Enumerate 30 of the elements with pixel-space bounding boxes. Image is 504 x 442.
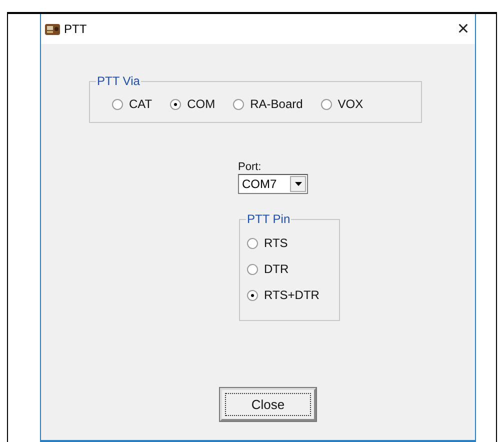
radio-icon bbox=[45, 23, 60, 35]
radio-option[interactable]: RTS+DTR bbox=[247, 288, 339, 302]
port-label: Port: bbox=[238, 161, 262, 173]
group-label: PTT Pin bbox=[246, 212, 292, 226]
radio-option[interactable]: COM bbox=[170, 97, 216, 111]
group-label: PTT Via bbox=[96, 74, 141, 88]
radio-label: COM bbox=[187, 97, 216, 111]
radio-button-icon[interactable] bbox=[320, 98, 332, 110]
radio-option[interactable]: CAT bbox=[112, 97, 152, 111]
close-button[interactable]: Close bbox=[220, 388, 316, 421]
radio-label: DTR bbox=[264, 262, 289, 276]
radio-button-icon[interactable] bbox=[112, 98, 123, 110]
radio-option[interactable]: RTS bbox=[247, 236, 339, 250]
radio-button-icon[interactable] bbox=[247, 290, 258, 300]
radio-option[interactable]: VOX bbox=[320, 97, 364, 111]
radio-option[interactable]: RA-Board bbox=[233, 97, 303, 111]
port-dropdown[interactable]: COM7 bbox=[238, 174, 308, 194]
radio-button-icon[interactable] bbox=[247, 238, 258, 248]
close-icon[interactable]: × bbox=[457, 18, 469, 40]
radio-label: CAT bbox=[129, 97, 152, 111]
caret-icon bbox=[294, 182, 302, 186]
radio-option[interactable]: DTR bbox=[247, 262, 339, 276]
radio-label: RTS bbox=[264, 236, 288, 250]
window-title: PTT bbox=[64, 22, 88, 36]
radio-label: RTS+DTR bbox=[264, 288, 320, 302]
radio-label: VOX bbox=[338, 97, 364, 111]
radio-label: RA-Board bbox=[250, 97, 303, 111]
radio-button-icon[interactable] bbox=[247, 264, 258, 274]
radio-button-icon[interactable] bbox=[170, 98, 182, 110]
radio-button-icon[interactable] bbox=[233, 98, 244, 110]
